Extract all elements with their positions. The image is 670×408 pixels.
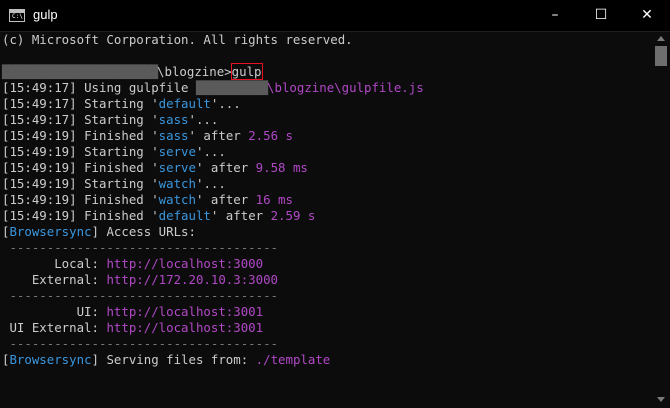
log-line: [15:49:19] Starting 'serve'... <box>2 144 226 160</box>
task-name: sass <box>158 128 189 143</box>
task-duration: 2.59 s <box>270 208 316 223</box>
log-line: [15:49:19] Finished 'serve' after 9.58 m… <box>2 160 308 176</box>
separator-line: ------------------------------------ <box>2 336 279 351</box>
log-verb: Starting ' <box>76 112 159 127</box>
log-verb: Starting ' <box>76 96 159 111</box>
task-name: serve <box>158 144 196 159</box>
blurred-path: ███████████ <box>195 80 268 95</box>
log-timestamp: [15:49:19] <box>2 160 77 175</box>
blurred-path: ████████████████████████ <box>2 64 158 79</box>
browsersync-tag: Browsersync <box>9 352 92 367</box>
log-timestamp: [15:49:19] <box>2 176 77 191</box>
log-line: [15:49:19] Finished 'sass' after 2.56 s <box>2 128 293 144</box>
log-suffix: '... <box>195 144 226 159</box>
url-link[interactable]: http://localhost:3000 <box>106 256 263 271</box>
task-duration: 16 ms <box>255 192 293 207</box>
log-text: Using gulpfile <box>76 80 196 95</box>
task-duration: 2.56 s <box>248 128 293 143</box>
log-line: [15:49:17] Starting 'sass'... <box>2 112 218 128</box>
url-line: External: http://172.20.10.3:3000 <box>2 272 278 288</box>
log-timestamp: [15:49:17] <box>2 112 77 127</box>
terminal-output[interactable]: (c) Microsoft Corporation. All rights re… <box>0 32 652 408</box>
task-name: default <box>158 96 211 111</box>
log-suffix: ' after <box>195 192 256 207</box>
log-line: [15:49:17] Using gulpfile ███████████\bl… <box>2 80 424 96</box>
url-link[interactable]: http://localhost:3001 <box>106 304 263 319</box>
log-verb: Finished ' <box>76 160 159 175</box>
url-line: UI: http://localhost:3001 <box>2 304 264 320</box>
serving-path: ./template <box>255 352 331 367</box>
prompt-line: ████████████████████████\blogzine>gulp <box>2 63 263 80</box>
task-duration: 9.58 ms <box>255 160 308 175</box>
task-name: watch <box>158 192 196 207</box>
log-timestamp: [15:49:19] <box>2 208 77 223</box>
serving-files-line: [Browsersync] Serving files from: ./temp… <box>2 352 331 367</box>
url-label: UI External: <box>2 320 107 335</box>
window-title: gulp <box>33 7 58 22</box>
log-line: [15:49:19] Finished 'default' after 2.59… <box>2 208 315 224</box>
log-verb: Finished ' <box>76 208 159 223</box>
log-suffix: ' after <box>188 128 249 143</box>
log-timestamp: [15:49:19] <box>2 192 77 207</box>
separator-line: ------------------------------------ <box>2 288 279 303</box>
command-text: gulp <box>230 63 263 80</box>
browsersync-access-line: [Browsersync] Access URLs: <box>2 224 196 239</box>
vertical-scrollbar[interactable] <box>652 32 670 408</box>
url-line: UI External: http://localhost:3001 <box>2 320 263 336</box>
url-label: Local: <box>2 256 107 271</box>
app-icon-label: C:\ <box>12 13 23 20</box>
log-suffix: '... <box>188 112 219 127</box>
task-name: serve <box>158 160 196 175</box>
log-timestamp: [15:49:17] <box>2 80 77 95</box>
scrollbar-thumb[interactable] <box>655 46 667 66</box>
log-verb: Starting ' <box>76 176 159 191</box>
log-suffix: '... <box>195 176 226 191</box>
gulpfile-path: \blogzine\gulpfile.js <box>267 80 424 95</box>
access-urls-text: ] Access URLs: <box>91 224 196 239</box>
title-bar[interactable]: C:\ gulp – ☐ ✕ <box>0 0 670 32</box>
serving-files-text: ] Serving files from: <box>91 352 256 367</box>
separator-line: ------------------------------------ <box>2 240 279 255</box>
url-line: Local: http://localhost:3000 <box>2 256 263 272</box>
task-name: default <box>158 208 211 223</box>
close-button[interactable]: ✕ <box>624 0 670 31</box>
copyright-line: (c) Microsoft Corporation. All rights re… <box>2 32 353 47</box>
console-app-icon[interactable]: C:\ <box>9 9 25 22</box>
log-suffix: '... <box>210 96 241 111</box>
log-timestamp: [15:49:17] <box>2 96 77 111</box>
log-line: [15:49:19] Finished 'watch' after 16 ms <box>2 192 293 208</box>
maximize-button[interactable]: ☐ <box>578 0 624 31</box>
log-timestamp: [15:49:19] <box>2 128 77 143</box>
log-verb: Starting ' <box>76 144 159 159</box>
url-link[interactable]: http://172.20.10.3:3000 <box>106 272 278 287</box>
log-timestamp: [15:49:19] <box>2 144 77 159</box>
browsersync-tag: Browsersync <box>9 224 92 239</box>
task-name: watch <box>158 176 196 191</box>
task-name: sass <box>158 112 189 127</box>
log-line: [15:49:17] Starting 'default'... <box>2 96 241 112</box>
scroll-down-arrow-icon[interactable] <box>657 397 665 402</box>
scroll-up-arrow-icon[interactable] <box>657 36 665 41</box>
log-suffix: ' after <box>195 160 256 175</box>
log-line: [15:49:19] Starting 'watch'... <box>2 176 226 192</box>
log-verb: Finished ' <box>76 192 159 207</box>
url-link[interactable]: http://localhost:3001 <box>106 320 263 335</box>
terminal-window: C:\ gulp – ☐ ✕ (c) Microsoft Corporation… <box>0 0 670 408</box>
minimize-button[interactable]: – <box>532 0 578 31</box>
log-suffix: ' after <box>210 208 271 223</box>
url-label: UI: <box>2 304 107 319</box>
url-label: External: <box>2 272 107 287</box>
prompt-path: \blogzine> <box>157 64 232 79</box>
log-verb: Finished ' <box>76 128 159 143</box>
